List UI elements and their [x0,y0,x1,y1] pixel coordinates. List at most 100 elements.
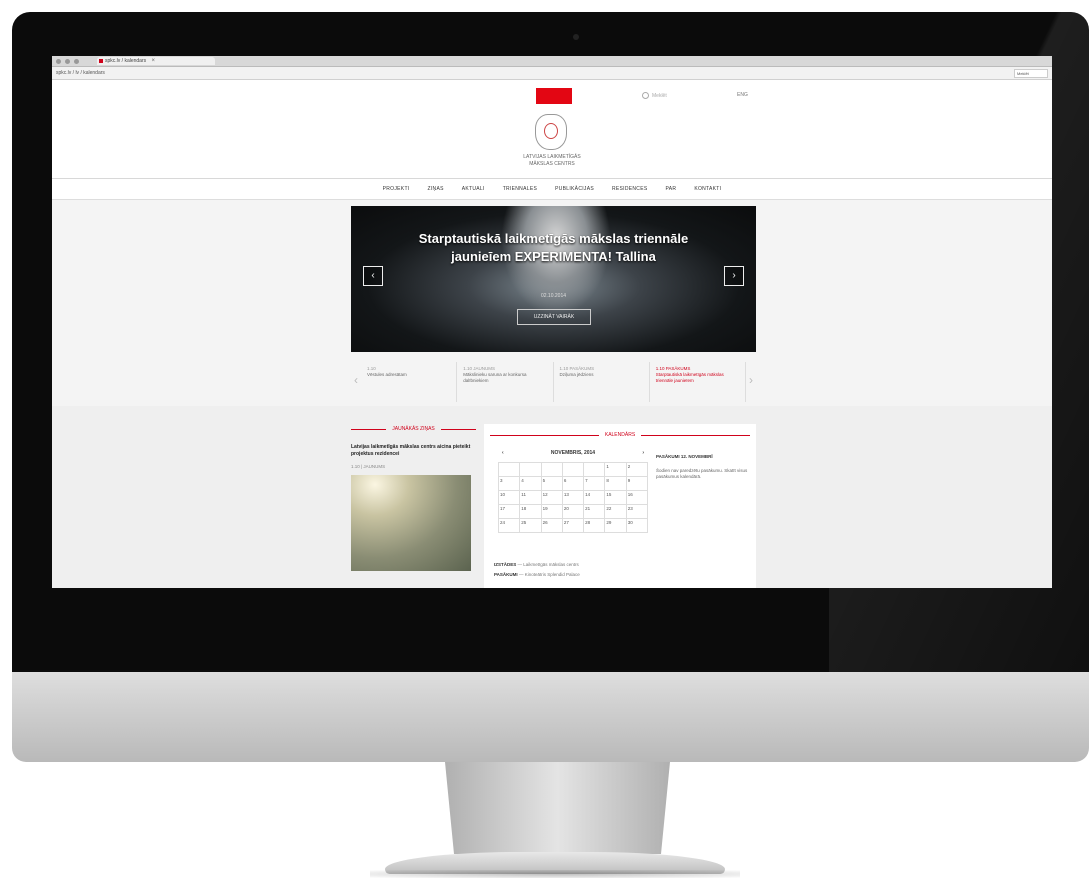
calendar-day[interactable]: 22 [605,505,627,519]
content-area: JAUNĀKĀS ZIŅAS Latvijas laikmetīgās māks… [52,406,1052,588]
slide-more-button[interactable]: UZZINĀT VAIRĀK [517,309,591,325]
calendar-day[interactable]: 4 [520,477,542,491]
calendar-day[interactable]: 10 [499,491,521,505]
browser-toolbar: spkc.lv / lv / kalendars Meklēt [52,67,1052,80]
calendar-prev-icon[interactable]: ‹ [502,450,504,456]
heading-rule [641,434,751,436]
events-text: Šodien nav paredzētu pasākumu. Skatīt vi… [656,468,748,479]
news-heading: JAUNĀKĀS ZIŅAS [351,426,477,432]
calendar-day [520,463,542,477]
heading-rule [440,428,477,430]
calendar-day [562,463,585,477]
thumbnail-item-active[interactable]: 1.10 PASĀKUMS Starptautiskā laikmetīgās … [650,362,746,402]
calendar-day[interactable]: 25 [520,519,542,533]
calendar-day[interactable]: 19 [541,505,563,519]
calendar-day[interactable]: 3 [499,477,521,491]
site-search[interactable]: Meklēt [642,92,667,99]
calendar-day[interactable]: 7 [584,477,606,491]
slide-title[interactable]: Starptautiskā laikmetīgās mākslas trienn… [411,230,696,266]
window-maximize-control[interactable] [74,58,79,64]
calendar-day[interactable]: 2 [626,463,648,477]
news-heading-label: JAUNĀKĀS ZIŅAS [392,426,435,432]
news-image[interactable] [351,475,471,571]
nav-item-aktuali[interactable]: AKTUALI [462,186,485,192]
calendar-day[interactable]: 29 [605,519,627,533]
calendar-day[interactable]: 15 [605,491,627,505]
screen: spkc.lv / kalendars × spkc.lv / lv / kal… [52,56,1052,588]
calendar-legend: IZSTĀDES — Laikmetīgās mākslas centrs PA… [494,560,580,580]
logo-emblem-icon[interactable] [535,114,567,150]
calendar-day[interactable]: 14 [584,491,606,505]
calendar-day[interactable]: 1 [605,463,627,477]
calendar: ‹ NOVEMBRIS, 2014 › 1 2 3 4 5 6 7 8 9 10 11 12 13 14 1… [498,450,648,533]
calendar-day [499,463,521,477]
calendar-heading: KALENDĀRS [484,424,756,438]
calendar-day [584,463,606,477]
calendar-day[interactable]: 8 [605,477,627,491]
calendar-day[interactable]: 28 [584,519,606,533]
calendar-day [541,463,563,477]
calendar-day[interactable]: 24 [499,519,521,533]
nav-item-publikacijas[interactable]: PUBLIKĀCIJAS [555,186,594,192]
browser-tab-title: spkc.lv / kalendars [105,58,147,64]
news-title[interactable]: Latvijas laikmetīgās mākslas centrs aici… [351,444,476,458]
calendar-day[interactable]: 27 [562,519,585,533]
browser-titlebar: spkc.lv / kalendars × [52,56,1052,67]
window-close-control[interactable] [56,58,61,64]
calendar-day[interactable]: 16 [626,491,648,505]
logo-title: LATVIJAS LAIKMETĪGĀS MĀKSLAS CENTRS [523,154,581,167]
thumbnail-text: Starptautiskā laikmetīgās mākslas trienn… [655,372,724,383]
news-column: JAUNĀKĀS ZIŅAS Latvijas laikmetīgās māks… [351,426,477,571]
calendar-day[interactable]: 12 [541,491,563,505]
browser-search-field[interactable]: Meklēt [1014,68,1048,78]
calendar-day[interactable]: 13 [562,491,585,505]
window-minimize-control[interactable] [65,58,70,64]
calendar-day[interactable]: 21 [584,505,606,519]
chevron-left-icon[interactable]: ‹ [363,266,383,286]
thumbnail-text: Vēstules adresātam [367,372,407,377]
site-search-label: Meklēt [652,92,667,99]
thumbs-prev-icon[interactable]: ‹ [351,362,361,402]
address-bar[interactable]: spkc.lv / lv / kalendars [56,70,1008,76]
language-switch[interactable]: ENG [737,92,748,98]
nav-item-residences[interactable]: RESIDENCES [612,186,648,192]
thumbnail-text: Dziļuma jēdziens [559,372,594,377]
nav-item-zinas[interactable]: ZIŅAS [428,186,444,192]
calendar-day[interactable]: 26 [541,519,563,533]
calendar-day[interactable]: 6 [562,477,585,491]
calendar-day[interactable]: 9 [626,477,648,491]
calendar-header: ‹ NOVEMBRIS, 2014 › [498,450,648,456]
calendar-day[interactable]: 23 [626,505,648,519]
thumbnail-item[interactable]: 1.10 JAUNUMS Mākslinieku saruna ar konku… [457,362,554,402]
thumbs-next-icon[interactable]: › [746,362,756,402]
calendar-day[interactable]: 30 [626,519,648,533]
thumbnail-item[interactable]: 1.10 PASĀKUMS Dziļuma jēdziens [554,362,650,402]
nav-item-kontakti[interactable]: KONTAKTI [694,186,721,192]
search-icon [642,92,649,99]
brand-red-tab[interactable] [536,88,572,104]
site-header: Meklēt ENG LATVIJAS LAIKMETĪGĀS MĀKSLAS … [52,80,1052,179]
slide-date: 02.10.2014 [540,293,567,299]
calendar-next-icon[interactable]: › [642,450,644,456]
nav-item-triennales[interactable]: TRIENNALES [503,186,537,192]
calendar-events: PASĀKUMI 12. NOVEMBRĪ Šodien nav paredzē… [656,454,748,480]
calendar-day[interactable]: 20 [562,505,585,519]
calendar-heading-label: KALENDĀRS [604,432,636,438]
calendar-day[interactable]: 18 [520,505,542,519]
close-icon[interactable]: × [152,58,156,64]
browser-tab[interactable]: spkc.lv / kalendars × [97,57,215,65]
calendar-day[interactable]: 5 [541,477,563,491]
events-title: PASĀKUMI 12. NOVEMBRĪ [656,454,713,459]
slider-thumbnails: ‹ 1.10 Vēstules adresātam 1.10 JAUNUMS M… [351,362,756,402]
thumbnail-text: Mākslinieku saruna ar konkursa dalībniek… [463,372,527,383]
hero-slider: Starptautiskā laikmetīgās mākslas trienn… [351,206,756,352]
nav-item-projekti[interactable]: PROJEKTI [383,186,410,192]
legend-row: IZSTĀDES — Laikmetīgās mākslas centrs [494,560,580,570]
heading-rule [351,428,387,430]
calendar-day[interactable]: 17 [499,505,521,519]
thumbnail-item[interactable]: 1.10 Vēstules adresātam [361,362,458,402]
calendar-day[interactable]: 11 [520,491,542,505]
chevron-right-icon[interactable]: › [724,266,744,286]
nav-item-par[interactable]: PAR [666,186,677,192]
monitor-stand [445,762,670,854]
